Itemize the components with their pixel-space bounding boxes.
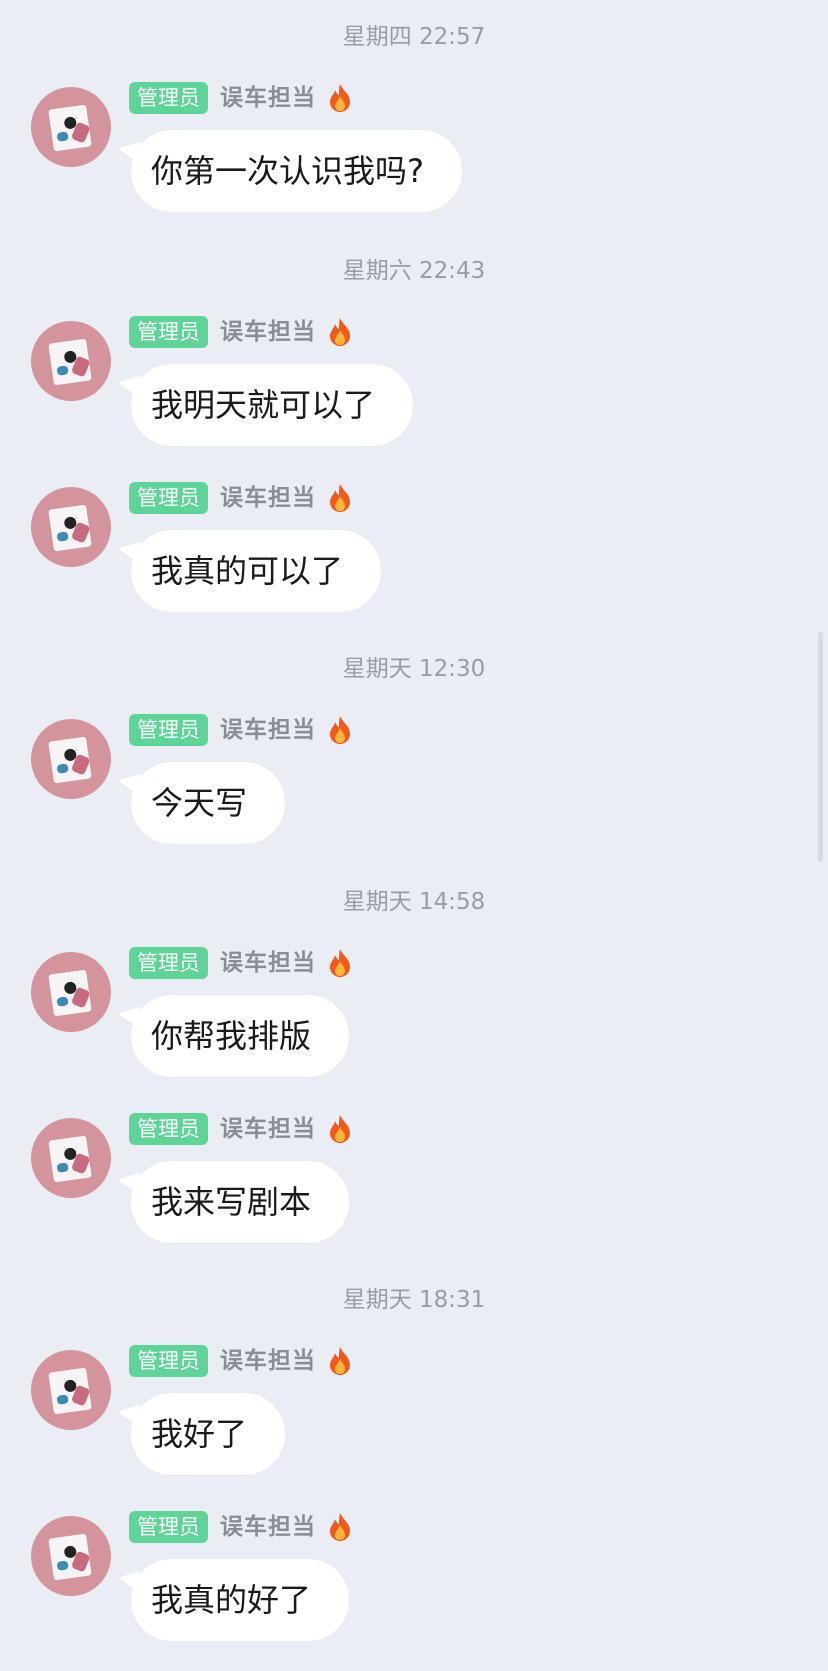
fire-icon [330, 1347, 350, 1375]
message-row: 管理员 误车担当 今天写 [0, 714, 828, 874]
fire-icon [330, 318, 350, 346]
sender-name[interactable]: 误车担当 [220, 1511, 316, 1543]
fire-icon [330, 84, 350, 112]
timestamp: 星期天 14:58 [342, 889, 486, 915]
avatar[interactable] [31, 321, 111, 401]
sender-name[interactable]: 误车担当 [220, 482, 316, 514]
fire-icon [330, 484, 350, 512]
timestamp: 星期六 22:43 [342, 258, 486, 284]
timestamp: 星期四 22:57 [342, 24, 486, 50]
sender-name[interactable]: 误车担当 [220, 316, 316, 348]
message-bubble[interactable]: 我来写剧本 [131, 1161, 350, 1243]
admin-badge: 管理员 [129, 82, 208, 114]
timestamp: 星期天 18:31 [342, 1287, 486, 1313]
message-bubble[interactable]: 我真的可以了 [131, 530, 382, 612]
message-row: 管理员 误车担当 你第一次认识我吗? [0, 82, 828, 242]
fire-icon [330, 949, 350, 977]
admin-badge: 管理员 [129, 1511, 208, 1543]
fire-icon [330, 1115, 350, 1143]
avatar[interactable] [31, 719, 111, 799]
sender-name[interactable]: 误车担当 [220, 947, 316, 979]
message-bubble[interactable]: 你第一次认识我吗? [131, 130, 462, 212]
chat-area[interactable]: 星期四 22:57 管理员 误车担当 你第一次认识我吗? 星期六 22:43 管… [0, 0, 828, 1657]
admin-badge: 管理员 [129, 482, 208, 514]
avatar[interactable] [31, 952, 111, 1032]
message-bubble[interactable]: 今天写 [131, 762, 286, 844]
timestamp: 星期天 12:30 [342, 656, 486, 682]
message-bubble[interactable]: 我好了 [131, 1393, 286, 1475]
admin-badge: 管理员 [129, 947, 208, 979]
admin-badge: 管理员 [129, 1345, 208, 1377]
message-row: 管理员 误车担当 我来写剧本 [0, 1113, 828, 1273]
admin-badge: 管理员 [129, 316, 208, 348]
avatar[interactable] [31, 487, 111, 567]
admin-badge: 管理员 [129, 714, 208, 746]
message-bubble[interactable]: 你帮我排版 [131, 995, 350, 1077]
avatar[interactable] [31, 1350, 111, 1430]
sender-name[interactable]: 误车担当 [220, 82, 316, 114]
message-bubble[interactable]: 我明天就可以了 [131, 364, 414, 446]
message-row: 管理员 误车担当 我真的好了 [0, 1511, 828, 1671]
avatar[interactable] [31, 1516, 111, 1596]
sender-name[interactable]: 误车担当 [220, 714, 316, 746]
message-row: 管理员 误车担当 我明天就可以了 [0, 316, 828, 476]
scrollbar[interactable] [818, 632, 823, 862]
sender-name[interactable]: 误车担当 [220, 1113, 316, 1145]
sender-name[interactable]: 误车担当 [220, 1345, 316, 1377]
message-row: 管理员 误车担当 我好了 [0, 1345, 828, 1505]
message-row: 管理员 误车担当 你帮我排版 [0, 947, 828, 1107]
fire-icon [330, 1513, 350, 1541]
admin-badge: 管理员 [129, 1113, 208, 1145]
message-row: 管理员 误车担当 我真的可以了 [0, 482, 828, 642]
fire-icon [330, 716, 350, 744]
avatar[interactable] [31, 1118, 111, 1198]
avatar[interactable] [31, 87, 111, 167]
message-bubble[interactable]: 我真的好了 [131, 1559, 350, 1641]
